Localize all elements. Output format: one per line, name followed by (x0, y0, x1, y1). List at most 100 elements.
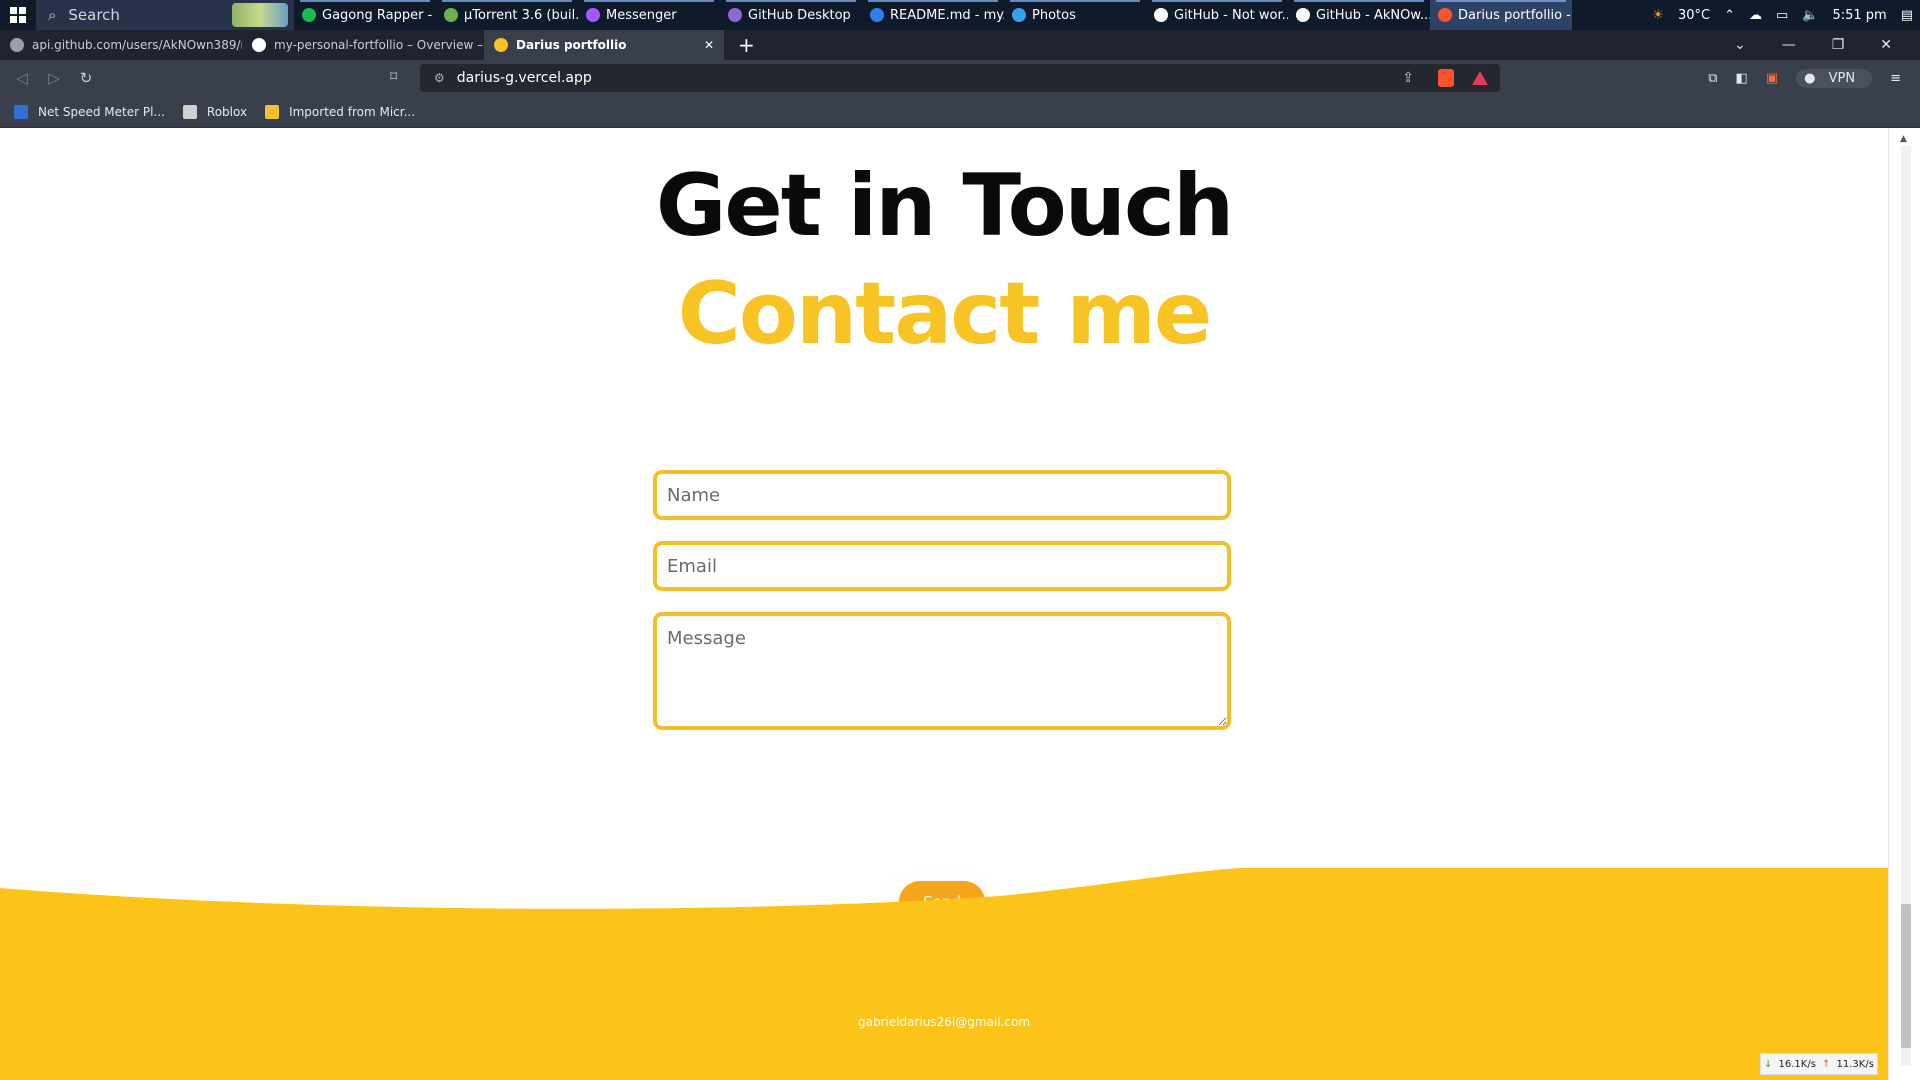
start-button[interactable] (0, 0, 36, 30)
browser-tab[interactable]: Darius portfollio ✕ (484, 30, 724, 60)
share-icon[interactable]: ⇪ (1402, 70, 1414, 86)
volume-icon[interactable]: 🔈 (1802, 8, 1818, 23)
scrollbar-thumb[interactable] (1901, 904, 1911, 1048)
onedrive-icon[interactable]: ☁ (1749, 8, 1762, 23)
back-icon[interactable]: ◁ (6, 69, 38, 87)
download-arrow-icon: ↓ (1764, 1058, 1773, 1070)
bookmark-item[interactable]: Imported from Micr... (265, 104, 416, 119)
taskbar-app[interactable]: GitHub - Not wor... (1146, 0, 1288, 30)
vscode-icon (870, 8, 884, 22)
page-heading: Get in Touch (655, 156, 1234, 256)
download-speed: 16.1K/s (1778, 1058, 1816, 1070)
extensions-icon[interactable]: ⧉ (1708, 71, 1717, 86)
bookmark-item[interactable]: Roblox (182, 104, 248, 119)
minimize-icon[interactable]: — (1782, 37, 1796, 53)
close-window-icon[interactable]: ✕ (1880, 37, 1892, 53)
brave-rewards-icon[interactable] (1472, 71, 1488, 85)
message-textarea[interactable] (653, 612, 1231, 730)
taskbar-apps: Gagong Rapper - ... µTorrent 3.6 (buil...… (294, 0, 1572, 30)
page-subheading: Contact me (677, 264, 1213, 364)
taskbar-app[interactable]: Messenger (578, 0, 720, 30)
taskbar-search-label: Search (68, 6, 120, 24)
sidebar-icon[interactable]: ◧ (1736, 71, 1748, 86)
vpn-button[interactable]: ● VPN (1796, 68, 1873, 88)
weather-icon[interactable]: ☀ (1652, 8, 1664, 23)
netspeed-icon (14, 104, 28, 119)
reload-icon[interactable]: ↻ (70, 69, 102, 87)
network-icon[interactable]: ▭ (1776, 8, 1788, 23)
contact-form: Send (653, 470, 1231, 923)
browser-tab-label: api.github.com/users/AkNOwn389/rep (32, 38, 242, 52)
name-input[interactable] (653, 470, 1231, 520)
wallet-icon[interactable]: ▣ (1766, 71, 1778, 86)
taskbar-app[interactable]: Gagong Rapper - ... (294, 0, 436, 30)
windows-logo-icon (10, 7, 26, 23)
search-highlight-image (232, 3, 288, 27)
taskbar-app-label: Photos (1032, 7, 1076, 23)
email-input[interactable] (653, 541, 1231, 591)
github-desktop-icon (728, 8, 742, 22)
utorrent-icon (444, 8, 458, 22)
browser-tab[interactable]: my-personal-fortfollio – Overview – Ve (242, 30, 484, 60)
scroll-up-arrow-icon[interactable]: ▲ (1900, 134, 1907, 144)
globe-icon (10, 38, 24, 52)
tab-search-chevron-icon[interactable]: ⌄ (1734, 37, 1746, 53)
taskbar-app[interactable]: GitHub - AkNOw... (1288, 0, 1430, 30)
github-icon (1154, 8, 1168, 22)
forward-icon[interactable]: ▷ (38, 69, 70, 87)
taskbar-app[interactable]: GitHub Desktop (720, 0, 862, 30)
taskbar-app-label: Darius portfollio - ... (1458, 7, 1572, 23)
browser-tab[interactable]: api.github.com/users/AkNOwn389/rep (0, 30, 242, 60)
taskbar-app-label: Messenger (606, 7, 677, 23)
roblox-icon (182, 104, 197, 119)
taskbar-search[interactable]: ⌕ Search (36, 0, 294, 30)
photos-icon (1012, 8, 1026, 22)
footer-wave (0, 868, 1888, 1080)
weather-temp[interactable]: 30°C (1678, 8, 1710, 23)
net-speed-meter: ↓ 16.1K/s ↑ 11.3K/s (1760, 1053, 1878, 1075)
bookmark-label: Roblox (206, 104, 248, 119)
site-info-icon[interactable]: ⚙ (434, 71, 445, 85)
system-tray: ☀ 30°C ⌃ ☁ ▭ 🔈 5:51 pm ▤ (1645, 0, 1920, 30)
taskbar-app[interactable]: Darius portfollio - ... (1430, 0, 1572, 30)
address-bar[interactable]: ⚙ darius-g.vercel.app ⇪ (420, 64, 1500, 92)
vercel-icon (252, 38, 266, 52)
bookmark-item[interactable]: Net Speed Meter Pl... (14, 104, 165, 119)
bookmark-label: Net Speed Meter Pl... (38, 104, 165, 119)
folder-icon (265, 104, 280, 119)
upload-arrow-icon: ↑ (1822, 1058, 1831, 1070)
restore-icon[interactable]: ❐ (1832, 37, 1845, 53)
address-bar-url[interactable]: darius-g.vercel.app (457, 70, 592, 86)
menu-icon[interactable]: ≡ (1890, 71, 1901, 86)
taskbar-app-label: GitHub Desktop (748, 7, 851, 23)
taskbar-app[interactable]: µTorrent 3.6 (buil... (436, 0, 578, 30)
browser-tab-label: Darius portfollio (516, 38, 627, 52)
taskbar-app-label: GitHub - AkNOw... (1316, 7, 1430, 23)
windows-taskbar: ⌕ Search Gagong Rapper - ... µTorrent 3.6… (0, 0, 1920, 30)
browser-toolbar: ◁ ▷ ↻ ⌑ ⚙ darius-g.vercel.app ⇪ ⧉ ◧ ▣ ● … (0, 60, 1920, 96)
brave-shields-icon[interactable] (1438, 69, 1454, 87)
browser-tab-label: my-personal-fortfollio – Overview – Ve (274, 38, 484, 52)
taskbar-app-label: Gagong Rapper - ... (322, 7, 436, 23)
chevron-up-icon[interactable]: ⌃ (1724, 8, 1735, 23)
page-viewport: Get in Touch Contact me Send gabrieldari… (0, 128, 1888, 1080)
messenger-icon (586, 8, 600, 22)
bookmark-page-icon[interactable]: ⌑ (390, 69, 397, 85)
search-icon: ⌕ (48, 6, 57, 24)
new-tab-icon[interactable]: + (738, 33, 755, 57)
page-scrollbar[interactable]: ▲ (1888, 128, 1920, 1080)
tab-list: api.github.com/users/AkNOwn389/rep my-per… (0, 30, 724, 60)
taskbar-app-label: GitHub - Not wor... (1174, 7, 1288, 23)
taskbar-app[interactable]: README.md - my... (862, 0, 1004, 30)
clock-time[interactable]: 5:51 pm (1832, 8, 1886, 23)
close-tab-icon[interactable]: ✕ (704, 38, 714, 52)
bookmark-label: Imported from Micr... (289, 104, 416, 119)
bookmarks-bar: Net Speed Meter Pl... Roblox Imported from… (0, 96, 1920, 128)
upload-speed: 11.3K/s (1836, 1058, 1874, 1070)
taskbar-app[interactable]: Photos (1004, 0, 1146, 30)
taskbar-app-label: µTorrent 3.6 (buil... (464, 7, 578, 23)
notifications-icon[interactable]: ▤ (1901, 8, 1913, 23)
footer-email[interactable]: gabrieldarius26l@gmail.com (0, 1015, 1888, 1029)
vpn-label: VPN (1828, 70, 1856, 86)
taskbar-app-label: README.md - my... (890, 7, 1004, 23)
